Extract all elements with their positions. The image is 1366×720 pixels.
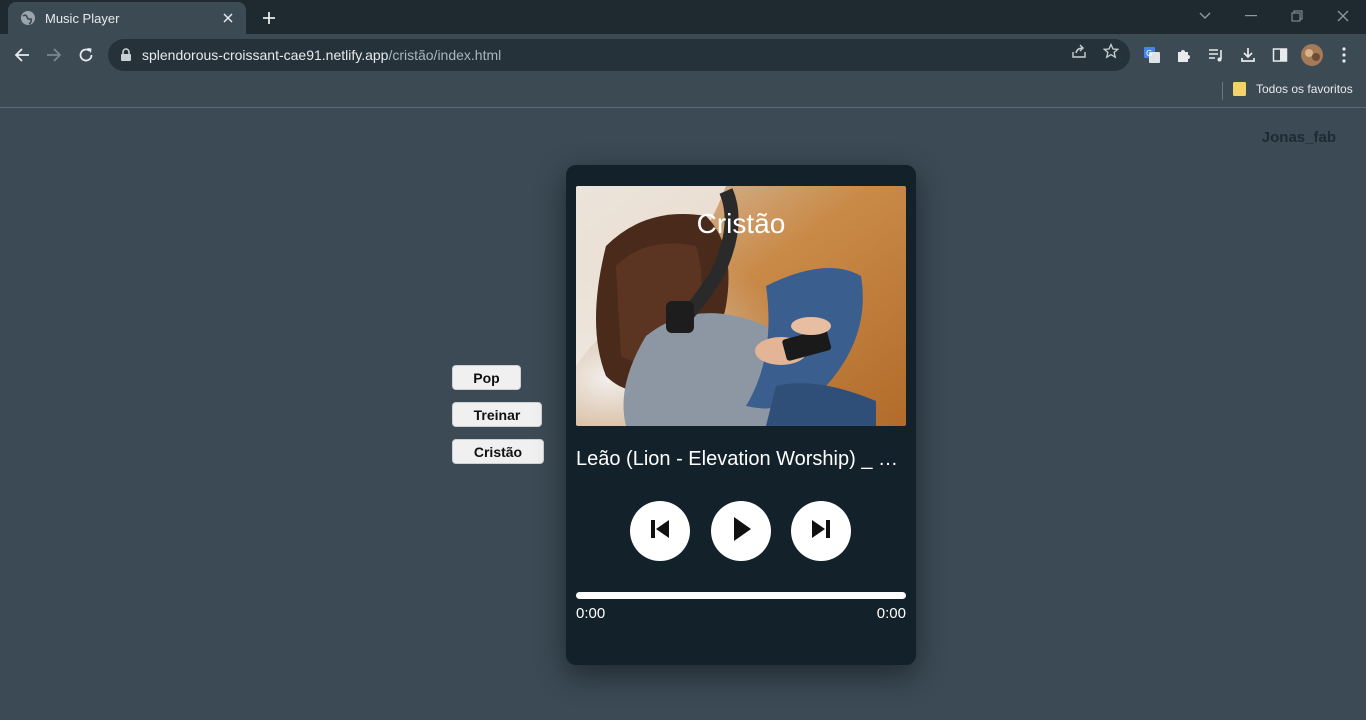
track-title: Leão (Lion - Elevation Worship) _ Elevat… [576, 448, 906, 470]
album-cover: Cristão [576, 186, 906, 426]
bookmark-star-icon[interactable] [1102, 42, 1120, 60]
tab-strip: Music Player [0, 0, 1366, 34]
close-window-icon[interactable] [1332, 6, 1354, 26]
cover-title: Cristão [696, 208, 786, 239]
bookmarks-folder-label: Todos os favoritos [1256, 82, 1353, 96]
media-queue-icon[interactable] [1205, 44, 1227, 66]
address-bar[interactable]: splendorous-croissant-cae91.netlify.app /… [108, 39, 1130, 71]
minimize-icon[interactable] [1240, 6, 1262, 26]
reload-icon[interactable] [74, 43, 98, 67]
share-icon[interactable] [1070, 42, 1088, 60]
current-time: 0:00 [576, 605, 606, 622]
browser-tab[interactable]: Music Player [8, 2, 246, 34]
new-tab-icon[interactable] [258, 7, 280, 29]
playlist-treinar-button[interactable]: Treinar [452, 402, 542, 427]
playlist-cristao-button[interactable]: Cristão [452, 439, 544, 464]
previous-button[interactable] [630, 501, 690, 561]
play-icon [730, 516, 752, 547]
duration: 0:00 [876, 605, 906, 622]
next-button[interactable] [791, 501, 851, 561]
playlist-pop-button[interactable]: Pop [452, 365, 521, 390]
svg-text:G: G [1146, 49, 1152, 58]
page-content: Jonas_fab Pop Treinar Cristão Cristão Le… [0, 109, 1366, 720]
username: Jonas_fab [1261, 129, 1336, 146]
skip-previous-icon [649, 518, 671, 545]
url-host: splendorous-croissant-cae91.netlify.app [142, 47, 389, 63]
skip-next-icon [810, 518, 832, 545]
translate-icon[interactable]: G [1141, 44, 1163, 66]
back-icon[interactable] [10, 43, 34, 67]
menu-kebab-icon[interactable] [1333, 44, 1355, 66]
restore-icon[interactable] [1286, 6, 1308, 26]
close-tab-icon[interactable] [220, 10, 236, 26]
globe-icon [20, 10, 36, 26]
progress-bar[interactable] [576, 592, 906, 599]
tab-title: Music Player [45, 10, 120, 26]
extensions-puzzle-icon[interactable] [1173, 44, 1195, 66]
url-path: /cristão/index.html [388, 47, 502, 63]
folder-icon [1233, 82, 1246, 96]
tab-search-icon[interactable] [1194, 6, 1216, 26]
profile-avatar-icon[interactable] [1301, 44, 1323, 66]
download-icon[interactable] [1237, 44, 1259, 66]
music-player-card: Cristão Leão (Lion - Elevation Worship) … [566, 165, 916, 665]
bookmarks-bar: Todos os favoritos [0, 76, 1366, 108]
play-button[interactable] [711, 501, 771, 561]
side-panel-icon[interactable] [1269, 44, 1291, 66]
bookmarks-folder-all[interactable]: Todos os favoritos [1233, 82, 1353, 96]
bookmarks-separator [1222, 82, 1223, 100]
browser-toolbar: splendorous-croissant-cae91.netlify.app /… [0, 34, 1366, 76]
forward-icon[interactable] [42, 43, 66, 67]
lock-icon [120, 48, 134, 62]
